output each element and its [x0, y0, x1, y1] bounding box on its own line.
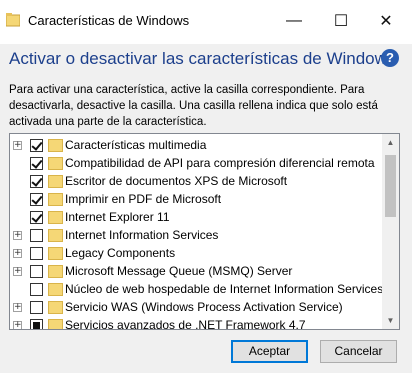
folder-icon: [48, 192, 63, 206]
maximize-icon: ☐: [333, 13, 349, 30]
vertical-scrollbar[interactable]: ▲ ▼: [382, 134, 399, 329]
feature-label: Núcleo de web hospedable de Internet Inf…: [65, 282, 384, 296]
accept-button[interactable]: Aceptar: [231, 340, 308, 363]
expand-icon[interactable]: +: [13, 140, 22, 150]
folder-icon: [48, 246, 63, 260]
instructions-text: Para activar una característica, active …: [9, 84, 378, 128]
feature-label: Legacy Components: [65, 246, 176, 260]
maximize-button[interactable]: ☐: [328, 8, 354, 34]
feature-checkbox[interactable]: [30, 156, 43, 170]
folder-icon: [48, 138, 63, 152]
feature-label: Escritor de documentos XPS de Microsoft: [65, 174, 288, 188]
feature-label: Servicios avanzados de .NET Framework 4.…: [65, 318, 306, 330]
feature-row[interactable]: + Servicios avanzados de .NET Framework 4…: [10, 316, 382, 330]
feature-checkbox[interactable]: [30, 282, 43, 296]
scroll-down-icon[interactable]: ▼: [382, 312, 399, 329]
feature-row[interactable]: Núcleo de web hospedable de Internet Inf…: [10, 280, 384, 298]
feature-checkbox[interactable]: [30, 138, 43, 152]
feature-row[interactable]: + Servicio WAS (Windows Process Activatio…: [10, 298, 382, 316]
feature-row[interactable]: Imprimir en PDF de Microsoft: [10, 190, 382, 208]
help-icon[interactable]: ?: [381, 49, 399, 67]
folder-icon: [48, 174, 63, 188]
folder-icon: [48, 228, 63, 242]
folder-icon: [48, 282, 63, 296]
page-title: Activar o desactivar las características…: [9, 49, 396, 68]
expand-icon[interactable]: +: [13, 266, 22, 276]
feature-row[interactable]: + Microsoft Message Queue (MSMQ) Server: [10, 262, 382, 280]
feature-label: Compatibilidad de API para compresión di…: [65, 156, 375, 170]
windows-features-icon: [6, 13, 20, 27]
cancel-button[interactable]: Cancelar: [320, 340, 397, 363]
folder-icon: [48, 156, 63, 170]
feature-row[interactable]: + Características multimedia: [10, 136, 382, 154]
feature-row[interactable]: + Internet Information Services: [10, 226, 382, 244]
feature-label: Microsoft Message Queue (MSMQ) Server: [65, 264, 293, 278]
feature-row[interactable]: Compatibilidad de API para compresión di…: [10, 154, 382, 172]
feature-checkbox[interactable]: [30, 300, 43, 314]
close-icon: ✕: [379, 13, 393, 30]
close-button[interactable]: ✕: [373, 8, 399, 34]
feature-row[interactable]: + Legacy Components: [10, 244, 382, 262]
folder-icon: [48, 300, 63, 314]
expand-icon[interactable]: +: [13, 302, 22, 312]
expand-icon[interactable]: +: [13, 248, 22, 258]
feature-checkbox[interactable]: [30, 246, 43, 260]
window-title: Características de Windows: [28, 13, 190, 28]
feature-checkbox[interactable]: [30, 192, 43, 206]
feature-label: Servicio WAS (Windows Process Activation…: [65, 300, 343, 314]
folder-icon: [48, 318, 63, 329]
features-list: + Características multimedia Compatibilida…: [9, 133, 400, 330]
folder-icon: [48, 210, 63, 224]
feature-label: Características multimedia: [65, 138, 207, 152]
feature-row[interactable]: Escritor de documentos XPS de Microsoft: [10, 172, 382, 190]
feature-label: Internet Information Services: [65, 228, 219, 242]
feature-checkbox[interactable]: [30, 264, 43, 278]
expand-icon[interactable]: +: [13, 230, 22, 240]
title-bar: Características de Windows — ☐ ✕: [0, 0, 412, 44]
minimize-button[interactable]: —: [281, 8, 307, 34]
feature-checkbox[interactable]: [30, 318, 43, 329]
scroll-thumb[interactable]: [385, 155, 396, 217]
feature-checkbox[interactable]: [30, 210, 43, 224]
feature-checkbox[interactable]: [30, 174, 43, 188]
feature-checkbox[interactable]: [30, 228, 43, 242]
expand-icon[interactable]: +: [13, 320, 22, 329]
scroll-up-icon[interactable]: ▲: [382, 134, 399, 151]
feature-label: Internet Explorer 11: [65, 210, 170, 224]
feature-row[interactable]: Internet Explorer 11: [10, 208, 382, 226]
folder-icon: [48, 264, 63, 278]
minimize-icon: —: [286, 12, 302, 29]
feature-label: Imprimir en PDF de Microsoft: [65, 192, 222, 206]
